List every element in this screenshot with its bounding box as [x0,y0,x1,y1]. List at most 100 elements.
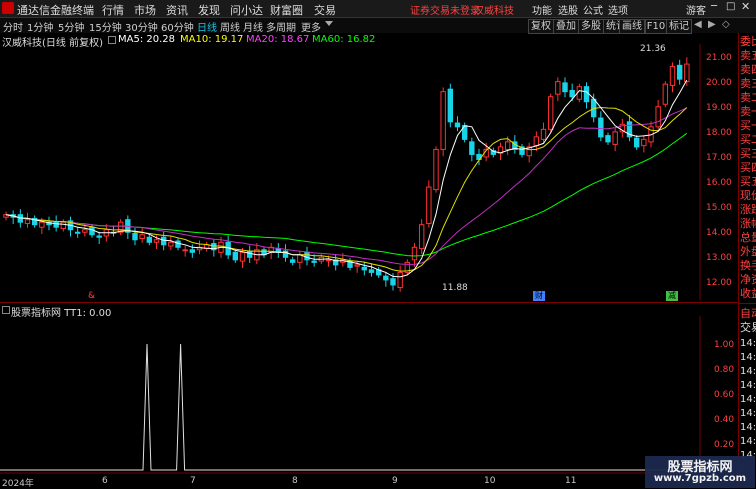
menu-item-trade[interactable]: 交易 [314,2,336,18]
candle-body[interactable] [189,249,196,253]
candle-body[interactable] [555,81,561,95]
period-tab-multi[interactable]: 多周期 [266,19,296,34]
candle-body[interactable] [397,271,403,288]
period-tab-15min[interactable]: 15分钟 [89,19,122,34]
guest-label[interactable]: 游客 [686,2,706,17]
candlestick-chart[interactable] [0,44,738,300]
menu-item-board[interactable]: 市场 [134,2,156,18]
finance-marker[interactable]: 财 [533,291,545,301]
menu-item-news[interactable]: 资讯 [166,2,188,18]
candle-body[interactable] [153,239,160,243]
menu-item-discover[interactable]: 发现 [198,2,220,18]
candle-body[interactable] [447,88,454,123]
candle-body[interactable] [605,135,611,143]
menu-item-wealth[interactable]: 财富圈 [270,2,303,18]
candle-body[interactable] [361,266,368,271]
settings-box-icon[interactable] [108,36,116,44]
menu-stock-pick[interactable]: 选股 [558,2,578,17]
maximize-icon[interactable]: □ [726,1,735,12]
candle-body[interactable] [504,141,511,150]
menu-item-market[interactable]: 行情 [102,2,124,18]
candle-body[interactable] [469,141,475,155]
candle-body[interactable] [641,138,647,147]
multi-stock-button[interactable]: 多股 [578,19,604,34]
f10-button[interactable]: F10 [645,19,667,34]
close-icon[interactable]: ✕ [741,0,750,13]
candle-body[interactable] [655,106,661,128]
candle-body[interactable] [612,131,618,145]
overlay-button[interactable]: 叠加 [553,19,579,34]
candle-body[interactable] [53,221,59,228]
candle-body[interactable] [547,96,554,130]
candle-body[interactable] [146,236,153,243]
chevron-down-icon[interactable] [325,21,333,26]
period-tab-30min[interactable]: 30分钟 [125,19,158,34]
period-tab-week[interactable]: 周线 [220,19,240,34]
sub-settings-icon[interactable] [2,306,10,314]
candle-body[interactable] [411,246,418,261]
candle-body[interactable] [598,117,604,138]
period-tab-minute[interactable]: 分时 [3,19,23,34]
pane-divider[interactable] [0,302,738,303]
candle-body[interactable] [246,250,253,258]
reduce-marker[interactable]: 减 [666,291,678,301]
candle-body[interactable] [383,275,389,281]
menu-item-ask[interactable]: 问小达 [230,2,263,18]
arrow-left-icon[interactable]: ◀ [694,19,702,30]
indicator-chart[interactable] [0,316,738,474]
candle-body[interactable] [633,137,640,148]
candle-body[interactable] [440,91,446,150]
candle-body[interactable] [569,89,575,98]
candle-body[interactable] [669,66,676,86]
candle-body[interactable] [175,240,181,248]
arrow-right-icon[interactable]: ▶ [708,19,716,30]
candle-body[interactable] [160,236,167,246]
draw-line-button[interactable]: 画线 [619,19,645,34]
candle-body[interactable] [662,83,669,105]
candle-body[interactable] [60,221,67,229]
candle-body[interactable] [74,231,81,234]
candle-body[interactable] [289,259,296,263]
trade-label[interactable]: 交易 [740,321,756,335]
period-tab-1min[interactable]: 1分钟 [27,19,53,34]
period-tab-month[interactable]: 月线 [243,19,263,34]
candle-body[interactable] [297,254,303,263]
candle-body[interactable] [232,251,239,261]
candle-body[interactable] [433,148,439,191]
candle-body[interactable] [82,229,88,233]
candle-body[interactable] [304,251,310,261]
candle-body[interactable] [311,260,317,263]
menu-formula[interactable]: 公式 [583,2,603,17]
candle-body[interactable] [583,86,590,103]
candle-body[interactable] [540,128,547,140]
candle-body[interactable] [239,251,246,262]
period-tab-day[interactable]: 日线 [197,19,217,34]
candle-body[interactable] [139,234,145,240]
event-marker[interactable]: & [88,291,95,301]
menu-options[interactable]: 选项 [608,2,628,17]
candle-body[interactable] [533,136,540,147]
candle-body[interactable] [39,221,45,228]
candle-body[interactable] [96,235,102,238]
period-tab-60min[interactable]: 60分钟 [161,19,194,34]
mark-button[interactable]: 标记 [666,19,692,34]
candle-body[interactable] [676,64,683,80]
period-tab-more[interactable]: 更多 [301,19,321,34]
menu-function[interactable]: 功能 [532,2,552,17]
candle-body[interactable] [390,278,396,286]
candle-body[interactable] [24,219,31,224]
candle-body[interactable] [168,241,174,247]
candle-body[interactable] [426,186,432,224]
trade-warning[interactable]: 证券交易未登录 [410,2,480,17]
candle-body[interactable] [454,122,461,128]
minimize-icon[interactable]: ─ [711,1,717,12]
candle-body[interactable] [684,63,690,83]
candle-body[interactable] [418,224,425,250]
adjust-button[interactable]: 复权 [528,19,554,34]
candle-body[interactable] [354,264,360,267]
auto-label[interactable]: 自动 [740,307,756,321]
candle-body[interactable] [89,226,95,236]
candle-body[interactable] [182,249,188,252]
candle-body[interactable] [562,82,568,93]
candle-body[interactable] [325,259,332,262]
